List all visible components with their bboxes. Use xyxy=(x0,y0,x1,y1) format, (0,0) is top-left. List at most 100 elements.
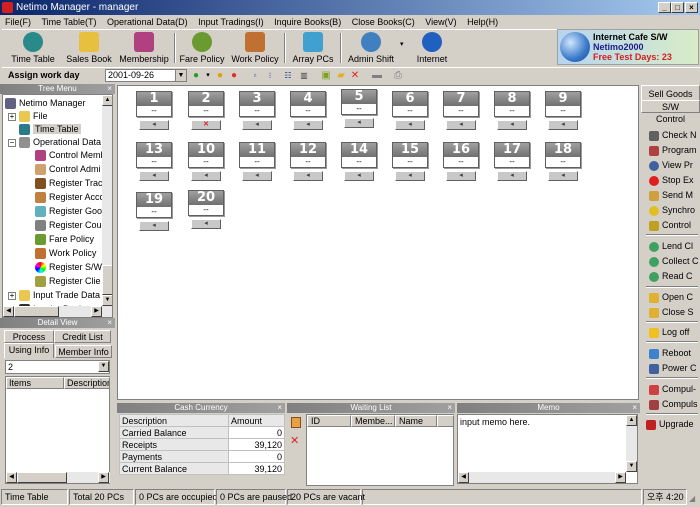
scroll-right-icon[interactable]: ▶ xyxy=(615,472,626,483)
pc-control-button[interactable]: ◂ xyxy=(293,171,323,181)
menu-file[interactable]: File(F) xyxy=(5,17,31,27)
chevron-down-icon[interactable]: ▼ xyxy=(175,70,186,81)
scroll-down-icon[interactable]: ▼ xyxy=(102,295,112,306)
tree-item-control-members[interactable]: Control Memb xyxy=(35,149,106,162)
memo-horizontal-scrollbar[interactable]: ◀ ▶ xyxy=(458,472,626,483)
internet-button[interactable]: Internet xyxy=(412,32,452,66)
tree-item-input-trade-data[interactable]: Input Trade Data xyxy=(19,289,100,302)
pc-control-button[interactable]: ◂ xyxy=(191,171,221,181)
pc-station[interactable]: 4 -- ◂ xyxy=(289,91,327,130)
pc-station[interactable]: 1 -- ◂ xyxy=(135,91,173,130)
lend-client-button[interactable]: Lend Cl xyxy=(641,238,700,254)
pc-screen[interactable]: 12 -- xyxy=(290,142,326,168)
pc-screen[interactable]: 16 -- xyxy=(443,142,479,168)
pc-screen[interactable]: 20 -- xyxy=(188,190,224,216)
read-client-button[interactable]: Read C xyxy=(641,268,700,284)
close-icon[interactable]: × xyxy=(107,84,112,94)
tree-item-register-sw[interactable]: Register S/W xyxy=(35,261,102,274)
scroll-up-icon[interactable]: ▲ xyxy=(626,415,637,426)
scroll-thumb[interactable] xyxy=(102,265,112,295)
view-program-button[interactable]: View Pr xyxy=(641,157,700,173)
pc-control-button[interactable]: ◂ xyxy=(497,120,527,130)
tree-item-register-trade[interactable]: Register Trac xyxy=(35,177,103,190)
pc-control-button[interactable]: ◂ xyxy=(395,171,425,181)
column-header-member[interactable]: Membe... xyxy=(351,415,395,427)
menu-operational-data[interactable]: Operational Data(D) xyxy=(107,17,188,27)
pc-station[interactable]: 18 -- ◂ xyxy=(544,142,582,181)
pc-control-button[interactable]: ◂ xyxy=(242,171,272,181)
compulsory-reboot-button[interactable]: Compul- xyxy=(641,381,700,397)
small-icons-view-icon[interactable]: ⁝ xyxy=(264,70,276,82)
tree-item-work-policy[interactable]: Work Policy xyxy=(35,247,96,260)
start-dropdown-icon[interactable]: ▾ xyxy=(202,70,214,82)
send-message-button[interactable]: Send M xyxy=(641,187,700,203)
pc-station[interactable]: 10 -- ◂ xyxy=(187,142,225,181)
synchronize-button[interactable]: Synchro xyxy=(641,202,700,218)
pc-control-button[interactable]: ✕ xyxy=(191,120,221,130)
column-header-id[interactable]: ID xyxy=(307,415,351,427)
pc-screen[interactable]: 10 -- xyxy=(188,142,224,168)
tab-control[interactable]: Control xyxy=(641,112,700,126)
tree-item-time-table[interactable]: Time Table xyxy=(19,123,81,136)
pc-control-button[interactable]: ◂ xyxy=(548,120,578,130)
tree-item-register-account[interactable]: Register Acco xyxy=(35,191,105,204)
new-icon[interactable]: ▣ xyxy=(320,70,332,82)
log-off-button[interactable]: Log off xyxy=(641,324,700,340)
close-icon[interactable]: × xyxy=(447,403,452,413)
using-info-select[interactable]: 2 ▼ xyxy=(5,360,110,374)
pc-screen[interactable]: 18 -- xyxy=(545,142,581,168)
close-icon[interactable]: × xyxy=(277,403,282,413)
pc-control-button[interactable]: ◂ xyxy=(497,171,527,181)
memo-vertical-scrollbar[interactable]: ▲ ▼ xyxy=(626,415,637,472)
tree-item-file[interactable]: File xyxy=(19,110,48,123)
column-header-description[interactable]: Description xyxy=(64,377,110,389)
close-button[interactable]: × xyxy=(685,2,698,13)
tab-sell-goods[interactable]: Sell Goods xyxy=(641,85,700,101)
pc-control-button[interactable]: ◂ xyxy=(242,120,272,130)
scroll-thumb[interactable] xyxy=(17,472,67,483)
column-header-name[interactable]: Name xyxy=(395,415,437,427)
tree-vertical-scrollbar[interactable]: ▲ ▼ xyxy=(102,95,112,306)
pc-screen[interactable]: 3 -- xyxy=(239,91,275,117)
pc-screen[interactable]: 8 -- xyxy=(494,91,530,117)
menu-inquire-books[interactable]: Inquire Books(B) xyxy=(274,17,341,27)
work-day-date-select[interactable]: 2001-09-26 ▼ xyxy=(105,69,187,82)
pc-control-button[interactable]: ◂ xyxy=(344,171,374,181)
start-icon[interactable]: ● xyxy=(190,70,202,82)
pc-station[interactable]: 14 -- ◂ xyxy=(340,142,378,181)
menu-input-tradings[interactable]: Input Tradings(I) xyxy=(198,17,264,27)
collect-client-button[interactable]: Collect C xyxy=(641,253,700,269)
pc-screen[interactable]: 19 -- xyxy=(136,192,172,218)
chevron-down-icon[interactable]: ▼ xyxy=(98,361,109,372)
pc-screen[interactable]: 17 -- xyxy=(494,142,530,168)
sales-book-button[interactable]: Sales Book xyxy=(64,32,114,66)
maximize-button[interactable]: □ xyxy=(671,2,684,13)
pc-screen[interactable]: 2 -- xyxy=(188,91,224,117)
open-button[interactable]: Open C xyxy=(641,289,700,305)
list-view-icon[interactable]: ☷ xyxy=(282,70,294,82)
pc-screen[interactable]: 4 -- xyxy=(290,91,326,117)
add-waiting-icon[interactable] xyxy=(291,417,301,428)
pc-screen[interactable]: 9 -- xyxy=(545,91,581,117)
resize-grip-icon[interactable]: ◢ xyxy=(689,494,695,503)
column-header-items[interactable]: Items xyxy=(6,377,64,389)
fare-policy-button[interactable]: Fare Policy xyxy=(178,32,226,66)
tree-item-netimo-manager[interactable]: Netimo Manager xyxy=(5,97,86,110)
expand-icon[interactable]: + xyxy=(8,113,16,121)
scroll-thumb[interactable] xyxy=(14,306,59,317)
tab-credit-list[interactable]: Credit List xyxy=(54,330,111,343)
tree-item-control-admin[interactable]: Control Admi xyxy=(35,163,101,176)
pc-control-button[interactable]: ◂ xyxy=(139,221,169,231)
pc-station[interactable]: 15 -- ◂ xyxy=(391,142,429,181)
pc-screen[interactable]: 6 -- xyxy=(392,91,428,117)
pc-control-button[interactable]: ◂ xyxy=(139,120,169,130)
menu-view[interactable]: View(V) xyxy=(425,17,456,27)
pc-screen[interactable]: 7 -- xyxy=(443,91,479,117)
tree-horizontal-scrollbar[interactable]: ◀ ▶ xyxy=(3,306,112,317)
admin-shift-button[interactable]: Admin Shift xyxy=(346,32,396,66)
pc-station[interactable]: 7 -- ◂ xyxy=(442,91,480,130)
compulsory-shutdown-button[interactable]: Compuls xyxy=(641,396,700,412)
pc-station[interactable]: 3 -- ◂ xyxy=(238,91,276,130)
close-icon[interactable]: × xyxy=(107,318,112,328)
pc-control-button[interactable]: ◂ xyxy=(548,171,578,181)
